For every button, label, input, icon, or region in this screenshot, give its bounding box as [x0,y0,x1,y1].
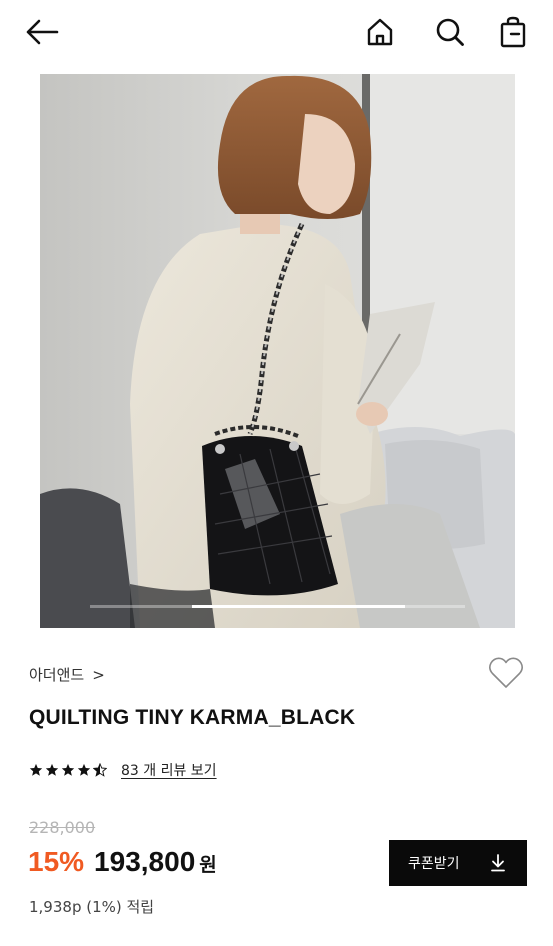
cart-button[interactable] [493,12,533,52]
brand-link[interactable]: 아더앤드 > [29,664,105,685]
star-icon [29,763,43,776]
currency-unit: 원 [199,854,217,876]
brand-name: 아더앤드 [29,666,85,684]
download-icon [491,854,505,872]
sale-price: 193,800 [94,846,196,877]
search-button[interactable] [430,12,470,52]
search-icon [436,18,464,46]
price-row: 15% 193,800 원 [28,846,217,878]
product-image-carousel[interactable] [40,74,515,628]
star-icon [45,763,59,776]
heart-icon [489,657,523,688]
product-title: QUILTING TINY KARMA_BLACK [29,706,356,729]
star-rating [29,763,107,777]
star-icon [61,763,75,776]
star-icon [77,763,91,776]
shopping-bag-icon [500,16,526,48]
original-price: 228,000 [29,818,96,837]
chevron-right-icon: > [92,665,105,684]
arrow-left-icon [26,19,59,45]
home-icon [367,18,393,46]
home-button[interactable] [360,12,400,52]
wishlist-button[interactable] [488,656,524,690]
back-button[interactable] [22,12,62,52]
coupon-button-label: 쿠폰받기 [408,856,460,872]
coupon-download-button[interactable]: 쿠폰받기 [389,840,527,886]
top-app-bar [0,0,553,64]
carousel-indicator [40,605,515,608]
half-star-icon [93,763,107,777]
carousel-thumb [192,605,405,608]
reward-points: 1,938p (1%) 적립 [29,898,155,916]
product-photo [40,74,515,628]
reviews-link[interactable]: 83 개 리뷰 보기 [121,760,217,780]
rating-row: 83 개 리뷰 보기 [29,760,217,780]
discount-rate: 15% [28,846,85,877]
